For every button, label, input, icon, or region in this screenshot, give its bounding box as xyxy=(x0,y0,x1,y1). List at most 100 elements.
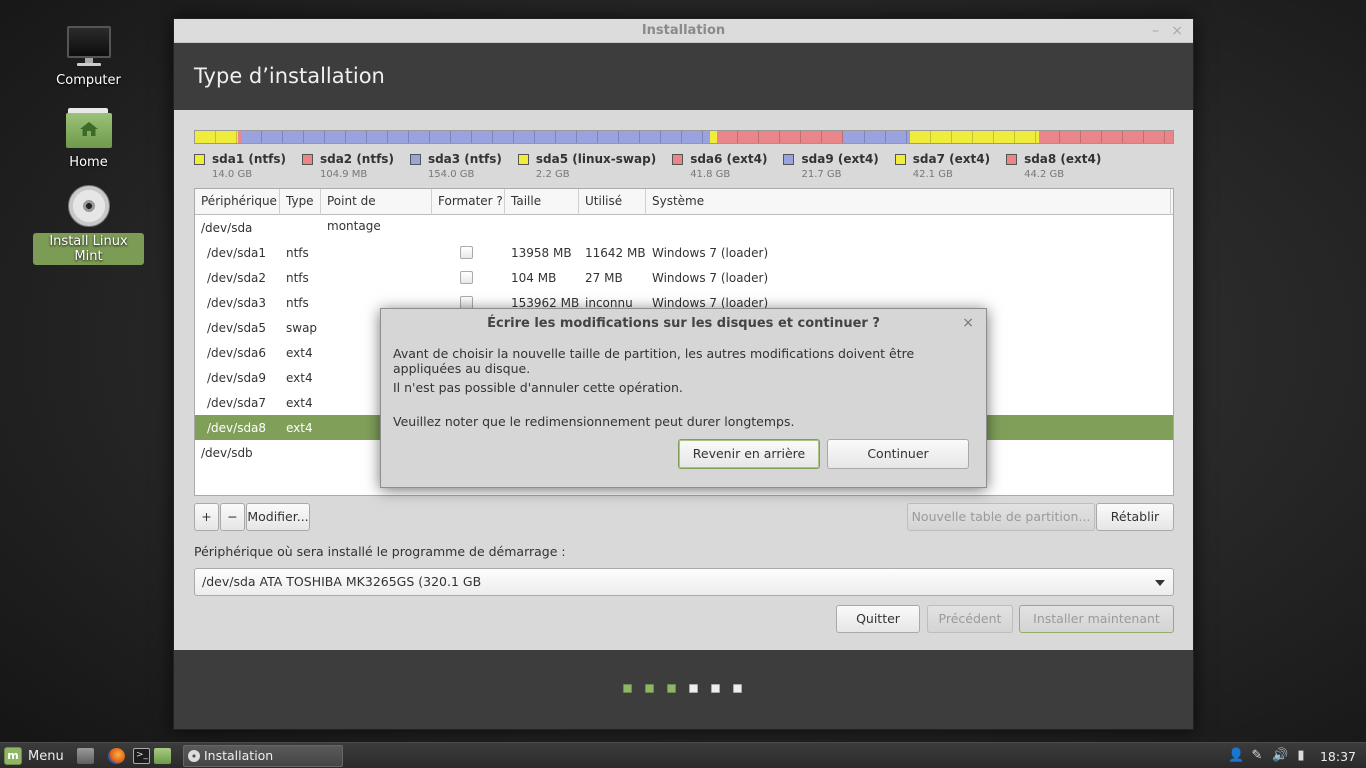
network-icon[interactable]: ✎ xyxy=(1250,749,1264,763)
quit-button[interactable]: Quitter xyxy=(836,605,920,633)
legend-size: 42.1 GB xyxy=(912,169,953,180)
partition-bar-segment[interactable] xyxy=(910,131,1039,143)
files-icon[interactable] xyxy=(154,748,171,764)
previous-button[interactable]: Précédent xyxy=(927,605,1013,633)
firefox-icon[interactable] xyxy=(108,748,125,764)
new-partition-table-button[interactable]: Nouvelle table de partition... xyxy=(907,503,1095,531)
bootloader-device-value: /dev/sda ATA TOSHIBA MK3265GS (320.1 GB xyxy=(202,574,482,589)
format-checkbox[interactable] xyxy=(460,271,473,284)
clock[interactable]: 18:37 xyxy=(1320,749,1356,764)
legend-item: sda7 (ext4) 42.1 GB xyxy=(894,152,991,180)
dialog-titlebar[interactable]: Écrire les modifications sur les disques… xyxy=(381,309,986,338)
legend-swatch xyxy=(409,153,421,165)
remove-partition-button[interactable]: − xyxy=(220,503,245,531)
column-header[interactable]: Système xyxy=(646,189,1171,215)
column-header[interactable]: Formater ? xyxy=(432,189,505,215)
format-cell xyxy=(432,271,505,284)
legend-item: sda5 (linux-swap) 2.2 GB xyxy=(517,152,657,180)
cell-device: /dev/sda5 xyxy=(207,320,267,335)
add-partition-button[interactable]: + xyxy=(194,503,219,531)
partition-legend: sda1 (ntfs) 14.0 GB sda2 (ntfs) 104.9 MB sda… xyxy=(194,152,1101,180)
desktop-icon-computer[interactable]: Computer xyxy=(33,24,144,89)
power-icon[interactable]: ▮ xyxy=(1294,749,1308,763)
cd-icon xyxy=(67,185,110,227)
format-checkbox[interactable] xyxy=(460,246,473,259)
cell-device: /dev/sdb xyxy=(201,445,253,460)
cell-size: 104 MB xyxy=(511,270,557,285)
legend-size: 14.0 GB xyxy=(212,169,253,180)
window-titlebar[interactable]: Installation – × xyxy=(174,19,1193,43)
dialog-message-2: Il n'est pas possible d'annuler cette op… xyxy=(393,380,683,395)
volume-icon[interactable]: 🔊 xyxy=(1272,749,1288,763)
progress-dot xyxy=(623,684,632,693)
table-row[interactable]: /dev/sda1 ntfs 13958 MB 11642 MB Windows 7 (… xyxy=(195,240,1173,265)
partition-bar-segment[interactable] xyxy=(240,131,710,143)
legend-size: 2.2 GB xyxy=(535,169,570,180)
column-header[interactable]: Point de montage xyxy=(321,189,432,233)
cell-type: ext4 xyxy=(286,420,313,435)
partition-bar-segment[interactable] xyxy=(709,131,717,143)
legend-swatch xyxy=(194,153,205,165)
progress-dot xyxy=(667,684,676,693)
home-folder-icon xyxy=(65,108,112,148)
legend-item: sda9 (ext4) 21.7 GB xyxy=(783,152,879,180)
installer-footer xyxy=(174,650,1193,729)
go-back-button[interactable]: Revenir en arrière xyxy=(678,439,820,469)
terminal-icon[interactable]: >_ xyxy=(133,748,150,764)
revert-button[interactable]: Rétablir xyxy=(1096,503,1174,531)
legend-item: sda2 (ntfs) 104.9 MB xyxy=(301,152,394,180)
bootloader-device-select[interactable]: /dev/sda ATA TOSHIBA MK3265GS (320.1 GB xyxy=(194,568,1174,596)
continue-button[interactable]: Continuer xyxy=(827,439,969,469)
cell-device: /dev/sda9 xyxy=(207,370,267,385)
column-header[interactable]: Taille xyxy=(505,189,579,215)
page-title: Type d’installation xyxy=(194,64,385,88)
confirm-dialog: Écrire les modifications sur les disques… xyxy=(380,308,987,488)
dropdown-arrow-icon xyxy=(1155,580,1165,586)
desktop-icon-home[interactable]: Home xyxy=(33,108,144,171)
desktop-icon-label: Computer xyxy=(56,73,121,88)
partition-bar-segment[interactable] xyxy=(716,131,845,143)
legend-size: 21.7 GB xyxy=(801,169,842,180)
cell-system: Windows 7 (loader) xyxy=(652,270,769,285)
cell-type: ext4 xyxy=(286,395,313,410)
dialog-message-1: Avant de choisir la nouvelle taille de p… xyxy=(393,346,915,376)
dialog-title: Écrire les modifications sur les disques… xyxy=(487,316,880,331)
menu-button[interactable]: m Menu xyxy=(4,747,64,765)
install-now-button[interactable]: Installer maintenant xyxy=(1019,605,1174,633)
table-row[interactable]: /dev/sda2 ntfs 104 MB 27 MB Windows 7 (loade… xyxy=(195,265,1173,290)
column-header[interactable]: Périphérique xyxy=(195,189,280,215)
legend-name: sda7 (ext4) xyxy=(912,152,991,166)
cell-size: 13958 MB xyxy=(511,245,572,260)
progress-dot xyxy=(689,684,698,693)
cell-device: /dev/sda6 xyxy=(207,345,267,360)
legend-name: sda3 (ntfs) xyxy=(427,152,502,166)
modify-partition-button[interactable]: Modifier... xyxy=(246,503,310,531)
user-icon[interactable]: 👤 xyxy=(1228,749,1244,763)
legend-name: sda5 (linux-swap) xyxy=(535,152,657,166)
legend-size: 41.8 GB xyxy=(690,169,731,180)
cell-type: ext4 xyxy=(286,370,313,385)
partition-bar-segment[interactable] xyxy=(844,131,911,143)
cell-used: 11642 MB xyxy=(585,245,646,260)
progress-dots xyxy=(623,684,742,693)
window-close-icon[interactable]: × xyxy=(1171,19,1183,43)
table-header: Périphérique Type Point de montage Formater… xyxy=(195,189,1173,233)
minimize-icon[interactable]: – xyxy=(1152,19,1159,43)
legend-swatch xyxy=(894,153,906,165)
partition-bar-segment[interactable] xyxy=(1038,131,1173,143)
legend-swatch xyxy=(301,153,313,165)
legend-item: sda1 (ntfs) 14.0 GB xyxy=(194,152,286,180)
legend-name: sda9 (ext4) xyxy=(801,152,879,166)
cell-device: /dev/sda3 xyxy=(207,295,267,310)
column-header[interactable]: Type xyxy=(280,189,321,215)
dialog-close-icon[interactable]: × xyxy=(962,309,974,338)
partition-bar-segment[interactable] xyxy=(195,131,238,143)
legend-swatch xyxy=(783,153,795,165)
show-desktop-icon[interactable] xyxy=(77,748,94,764)
column-header[interactable]: Utilisé xyxy=(579,189,646,215)
legend-name: sda2 (ntfs) xyxy=(319,152,394,166)
computer-icon xyxy=(65,24,113,68)
cell-system: Windows 7 (loader) xyxy=(652,245,769,260)
taskbar-item-installation[interactable]: Installation xyxy=(183,745,343,767)
desktop-icon-install-linux-mint[interactable]: Install Linux Mint xyxy=(33,185,144,265)
